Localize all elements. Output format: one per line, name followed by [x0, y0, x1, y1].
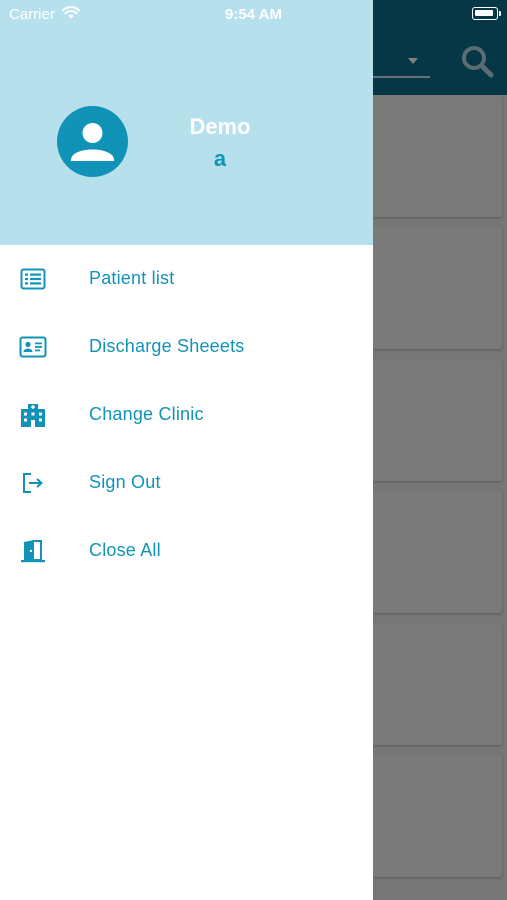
- clock: 9:54 AM: [225, 6, 282, 23]
- menu-item-sign-out[interactable]: Sign Out: [0, 449, 373, 517]
- sign-out-icon: [19, 469, 47, 497]
- menu-item-label: Discharge Sheeets: [89, 336, 245, 356]
- user-subtitle: a: [213, 146, 227, 171]
- menu-item-label: Sign Out: [89, 472, 161, 492]
- building-icon: [19, 401, 47, 429]
- id-card-icon: [19, 333, 47, 361]
- menu-item-label: Change Clinic: [89, 404, 204, 424]
- menu-item-change-clinic[interactable]: Change Clinic: [0, 381, 373, 449]
- menu-item-label: Patient list: [89, 268, 175, 288]
- menu-item-close-all[interactable]: Close All: [0, 517, 373, 585]
- menu-item-label: Close All: [89, 540, 161, 560]
- user-icon: [71, 123, 114, 161]
- door-icon: [19, 537, 47, 565]
- navigation-drawer: Demo a Patient list Discharge Sheeets Ch…: [0, 0, 373, 900]
- status-bar: Carrier 9:54 AM: [0, 0, 507, 28]
- list-icon: [19, 265, 47, 293]
- drawer-header: Demo a: [0, 0, 373, 245]
- avatar: [57, 106, 128, 177]
- menu-item-discharge-sheets[interactable]: Discharge Sheeets: [0, 313, 373, 381]
- battery-icon: [472, 7, 498, 20]
- battery-tip: [499, 11, 501, 16]
- menu-item-patient-list[interactable]: Patient list: [0, 245, 373, 313]
- user-name: Demo: [189, 114, 251, 139]
